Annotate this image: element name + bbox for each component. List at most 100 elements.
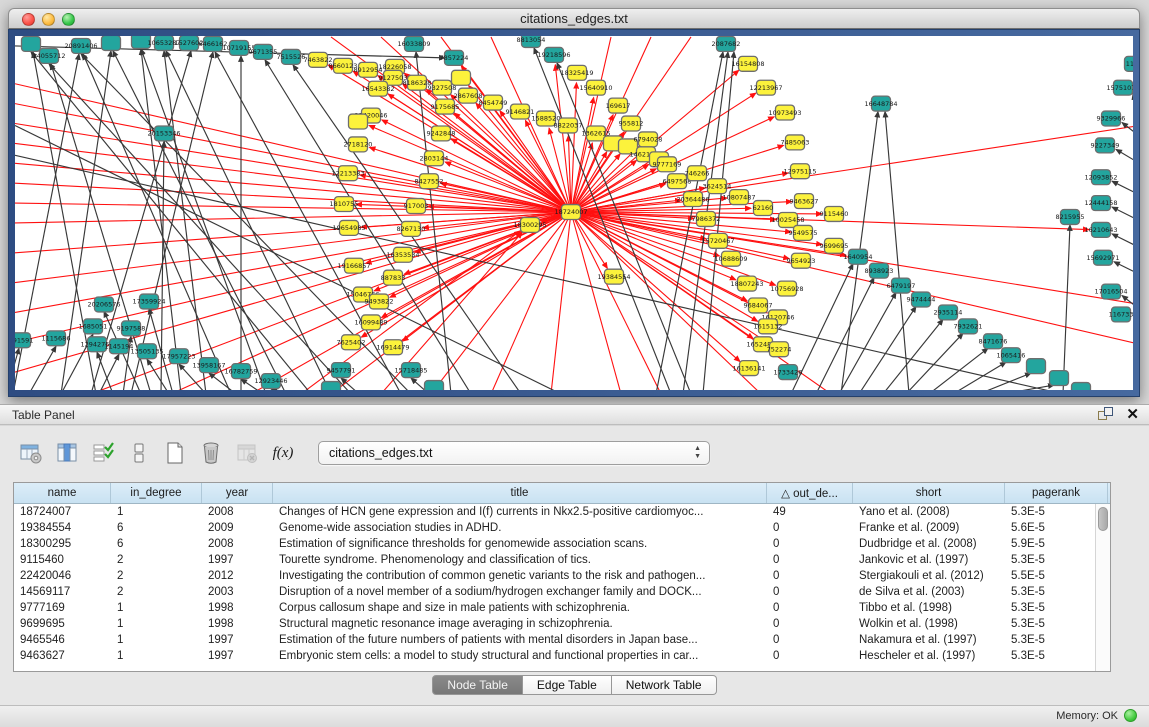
citation-edge-black[interactable]	[979, 373, 1031, 390]
graph-node[interactable]: 7515526	[277, 49, 306, 64]
graph-node[interactable]: 17359924	[132, 294, 165, 309]
graph-node-selected[interactable]: 19654985	[332, 220, 365, 235]
graph-node-selected[interactable]: 16353534	[386, 247, 419, 262]
citation-edge-red[interactable]	[551, 212, 571, 390]
graph-node-selected[interactable]: 18807243	[730, 276, 763, 291]
citation-edge-red[interactable]	[571, 212, 621, 390]
graph-node[interactable]: 9457791	[327, 363, 356, 378]
graph-node[interactable]: 2087682	[712, 36, 741, 51]
graph-node-selected[interactable]	[349, 114, 368, 129]
citation-edge-black[interactable]	[29, 346, 56, 390]
graph-node-selected[interactable]: 12213967	[749, 80, 782, 95]
graph-node[interactable]: 19218596	[537, 47, 570, 62]
tab-node-table[interactable]: Node Table	[432, 675, 523, 695]
graph-node[interactable]: 9329966	[1097, 111, 1126, 126]
table-row[interactable]: 911546021997Tourette syndrome. Phenomeno…	[14, 552, 1110, 568]
graph-node[interactable]: 116733	[1109, 307, 1133, 322]
column-visibility-icon[interactable]	[52, 439, 82, 467]
new-column-icon[interactable]	[16, 439, 46, 467]
graph-node-selected[interactable]: 887833	[381, 270, 406, 285]
graph-node-selected[interactable]: 16154808	[731, 56, 764, 71]
graph-node-selected[interactable]: 12975115	[783, 164, 816, 179]
graph-node[interactable]: 9474444	[907, 292, 936, 307]
graph-node-selected[interactable]: 955812	[619, 116, 644, 131]
graph-node[interactable]: 17957223	[162, 349, 195, 364]
function-builder-icon[interactable]: f(x)	[268, 439, 298, 467]
graph-node[interactable]	[22, 36, 41, 51]
graph-node[interactable]: 7857224	[440, 50, 469, 65]
table-row[interactable]: 969969511998Structural magnetic resonanc…	[14, 616, 1110, 632]
delete-table-icon[interactable]	[232, 439, 262, 467]
graph-node[interactable]: 1065416	[997, 348, 1026, 363]
graph-node-selected[interactable]: 7986372	[692, 212, 721, 227]
graph-node[interactable]: 2935114	[934, 305, 963, 320]
graph-node-selected[interactable]: 9463627	[790, 194, 819, 209]
graph-node[interactable]	[102, 36, 121, 50]
graph-node-selected[interactable]: 9115460	[820, 207, 849, 222]
table-row[interactable]: 1938455462009Genome-wide association stu…	[14, 520, 1110, 536]
citation-edge-black[interactable]	[1116, 149, 1133, 161]
citation-edge-black[interactable]	[1063, 225, 1070, 390]
column-header-pagerank[interactable]: pagerank	[1005, 483, 1108, 503]
graph-node[interactable]: 1733426	[774, 365, 803, 380]
graph-node-selected[interactable]: 10756928	[770, 281, 803, 296]
network-canvas[interactable]: 1872400718300295193845547463822866012389…	[15, 36, 1133, 390]
close-window-icon[interactable]	[22, 13, 35, 26]
vertical-scrollbar[interactable]	[1095, 504, 1110, 671]
float-panel-icon[interactable]	[1098, 407, 1114, 423]
graph-node-selected[interactable]: 20364486	[676, 192, 709, 207]
graph-node-selected[interactable]: 752274	[767, 342, 792, 357]
graph-node[interactable]: 16782759	[224, 364, 257, 379]
tab-network-table[interactable]: Network Table	[612, 675, 717, 695]
graph-node[interactable]	[1050, 371, 1069, 386]
citation-edge-black[interactable]	[1112, 207, 1133, 219]
close-panel-icon[interactable]: ✕	[1126, 407, 1139, 423]
graph-node[interactable]: 17016504	[1094, 284, 1127, 299]
graph-node-selected[interactable]: 9242848	[427, 126, 456, 141]
table-selector-dropdown[interactable]: citations_edges.txt ▲▼	[318, 441, 710, 465]
citation-edge-red[interactable]	[369, 147, 571, 212]
graph-node[interactable]: 9227349	[1091, 138, 1120, 153]
graph-node-selected[interactable]: 1810755	[330, 197, 359, 212]
graph-node-selected[interactable]: 16914479	[376, 340, 409, 355]
graph-node-selected[interactable]: 9175685	[431, 99, 460, 114]
graph-node-selected[interactable]	[452, 70, 471, 85]
citation-edge-black[interactable]	[816, 278, 874, 390]
graph-node-selected[interactable]: 2718120	[344, 137, 373, 152]
graph-node[interactable]: 8813054	[517, 36, 546, 47]
citation-edge-black[interactable]	[906, 333, 963, 390]
graph-node-selected[interactable]: 15640910	[579, 80, 612, 95]
citation-edge-black[interactable]	[1112, 181, 1133, 193]
table-row[interactable]: 1830029562008Estimation of significance …	[14, 536, 1110, 552]
column-header-short[interactable]: short	[853, 483, 1005, 503]
citation-edge-black[interactable]	[929, 348, 988, 390]
graph-node-selected[interactable]: 19384554	[597, 269, 630, 284]
graph-node[interactable]: 7932621	[954, 319, 983, 334]
citation-edge-black[interactable]	[1122, 296, 1133, 307]
column-header-year[interactable]: year	[202, 483, 273, 503]
citation-edge-black[interactable]	[1114, 262, 1133, 273]
graph-node[interactable]: 12444158	[1084, 196, 1117, 211]
graph-node[interactable]	[1072, 383, 1091, 390]
table-row[interactable]: 1456911722003Disruption of a novel membe…	[14, 584, 1110, 600]
graph-node-selected[interactable]: 9146821	[506, 104, 535, 119]
citation-edge-black[interactable]	[147, 359, 169, 390]
graph-node-selected[interactable]: 9654923	[787, 253, 816, 268]
graph-node-selected[interactable]: 9684067	[744, 298, 773, 313]
graph-node-selected[interactable]: 169617	[606, 98, 631, 113]
graph-node[interactable]: 8471676	[979, 334, 1008, 349]
new-table-icon[interactable]	[160, 439, 190, 467]
graph-node[interactable]	[322, 382, 341, 390]
graph-node-selected[interactable]: 16136141	[732, 361, 765, 376]
graph-node[interactable]: 16210643	[1084, 222, 1117, 237]
zoom-window-icon[interactable]	[62, 13, 75, 26]
graph-node[interactable]: 8215955	[1056, 210, 1085, 225]
graph-node-selected[interactable]: 8454749	[479, 95, 508, 110]
graph-node-selected[interactable]: 10688609	[714, 251, 747, 266]
column-header-title[interactable]: title	[273, 483, 767, 503]
minimize-window-icon[interactable]	[42, 13, 55, 26]
graph-node[interactable]: 15692971	[1086, 250, 1119, 265]
graph-node[interactable]: 8938923	[865, 263, 894, 278]
graph-node[interactable]: 1640954	[844, 249, 873, 264]
table-row[interactable]: 977716911998Corpus callosum shape and si…	[14, 600, 1110, 616]
